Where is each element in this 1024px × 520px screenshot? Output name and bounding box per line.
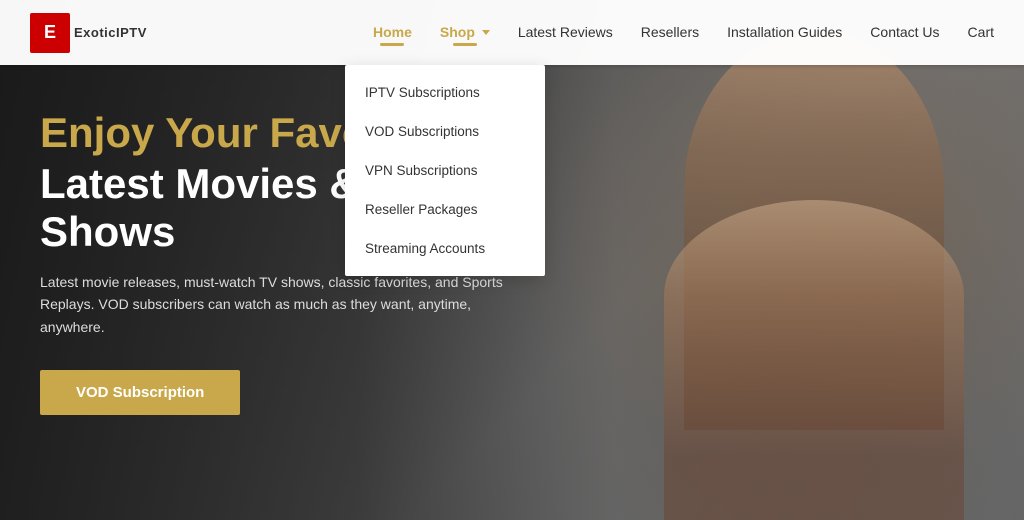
nav-item-cart: Cart (968, 24, 994, 42)
nav-links: Home Shop Latest Reviews Resellers Insta… (373, 24, 994, 42)
nav-link-home[interactable]: Home (373, 24, 412, 40)
dropdown-item-iptv[interactable]: IPTV Subscriptions (345, 73, 545, 112)
nav-link-shop[interactable]: Shop (440, 24, 490, 40)
nav-link-cart[interactable]: Cart (968, 24, 994, 40)
shop-dropdown-arrow (482, 30, 490, 35)
nav-link-guides[interactable]: Installation Guides (727, 24, 842, 40)
nav-item-guides: Installation Guides (727, 24, 842, 42)
vod-subscription-button[interactable]: VOD Subscription (40, 370, 240, 415)
shop-indicator (453, 43, 477, 46)
dropdown-item-vod[interactable]: VOD Subscriptions (345, 112, 545, 151)
dropdown-item-reseller[interactable]: Reseller Packages (345, 190, 545, 229)
nav-item-reviews: Latest Reviews (518, 24, 613, 42)
nav-item-contact: Contact Us (870, 24, 939, 42)
dropdown-item-streaming[interactable]: Streaming Accounts (345, 229, 545, 268)
nav-item-resellers: Resellers (641, 24, 699, 42)
hero-description: Latest movie releases, must-watch TV sho… (40, 271, 510, 338)
home-indicator (380, 43, 404, 46)
logo-icon: E (30, 13, 70, 53)
nav-link-reviews[interactable]: Latest Reviews (518, 24, 613, 40)
dropdown-item-vpn[interactable]: VPN Subscriptions (345, 151, 545, 190)
nav-link-contact[interactable]: Contact Us (870, 24, 939, 40)
navbar: E ExoticIPTV Home Shop Latest Reviews Re… (0, 0, 1024, 65)
logo-letter: E (44, 22, 56, 43)
nav-item-home: Home (373, 24, 412, 42)
nav-link-resellers[interactable]: Resellers (641, 24, 699, 40)
logo[interactable]: E ExoticIPTV (30, 13, 147, 53)
shop-dropdown-menu: IPTV Subscriptions VOD Subscriptions VPN… (345, 65, 545, 276)
nav-item-shop: Shop (440, 24, 490, 42)
logo-text: ExoticIPTV (74, 25, 147, 40)
